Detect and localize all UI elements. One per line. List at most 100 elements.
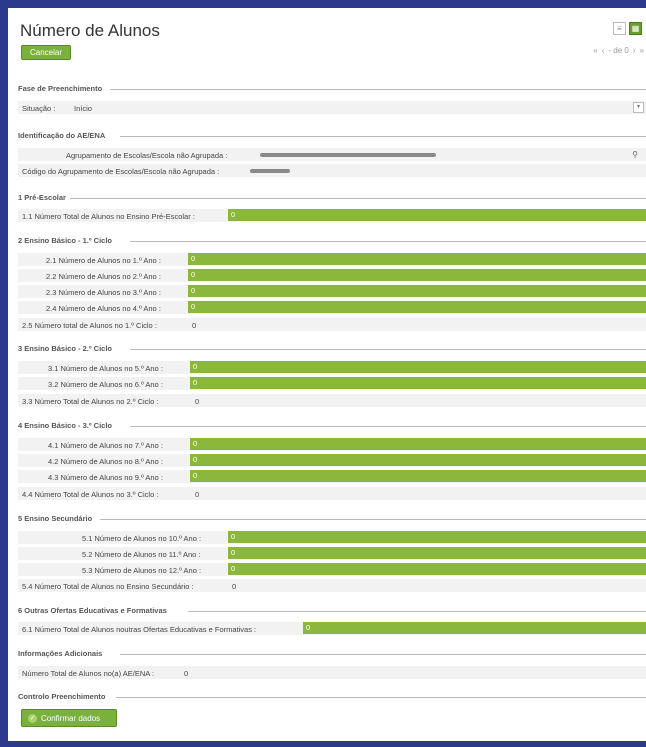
s4-row3: 4.3 Número de Alunos no 9.º Ano : 0 [18,470,646,483]
view-toggle: ≡ ▦ [613,22,642,35]
total-value: 0 [192,321,197,330]
s2-total-row: 2.5 Número total de Alunos no 1.º Ciclo … [18,318,646,331]
last-page-icon[interactable]: » [640,46,644,55]
divider [130,349,646,350]
field-label: 3.1 Número de Alunos no 5.º Ano : [48,364,163,373]
field-input[interactable]: 0 [228,531,646,543]
section-title: Identificação do AE/ENA [18,131,106,140]
field-label: 5.3 Número de Alunos no 12.º Ano : [82,566,202,575]
field-input[interactable]: 0 [228,209,646,221]
first-page-icon[interactable]: « [593,46,597,55]
field-label: 1.1 Número Total de Alunos no Ensino Pré… [22,212,195,221]
field-input[interactable]: 0 [228,547,646,559]
section-ident: Identificação do AE/ENA [18,131,646,140]
field-input[interactable]: 0 [303,622,646,634]
field-input[interactable]: 0 [190,438,646,450]
section-title: 3 Ensino Básico - 2.º Ciclo [18,344,113,353]
field-label: 4.3 Número de Alunos no 9.º Ano : [48,473,163,482]
check-icon: ✓ [28,714,37,724]
section-title: 5 Ensino Secundário [18,514,93,523]
divider [188,611,646,612]
s4-total-row: 4.4 Número Total de Alunos no 3.º Ciclo … [18,487,646,500]
s3-total-row: 3.3 Número Total de Alunos no 2.º Ciclo … [18,394,646,407]
s2-row1: 2.1 Número de Alunos no 1.º Ano : 0 [18,253,646,266]
field-label: 5.2 Número de Alunos no 11.º Ano : [82,550,201,559]
divider [120,136,646,137]
total-label: Número Total de Alunos no(a) AE/ENA : [22,669,155,678]
divider [116,697,646,698]
field-input[interactable]: 0 [190,470,646,482]
divider [100,519,646,520]
cancel-button[interactable]: Cancelar [21,45,72,60]
agrupamento-row: Agrupamento de Escolas/Escola não Agrupa… [18,148,646,161]
total-label: 5.4 Número Total de Alunos no Ensino Sec… [22,582,194,591]
section-1: 1 Pré-Escolar [18,193,646,202]
grid-view-icon[interactable]: ▦ [629,22,642,35]
redacted-value [260,153,436,157]
section-title: Fase de Preenchimento [18,84,103,93]
field-label: 2.1 Número de Alunos no 1.º Ano : [46,256,161,265]
divider [70,198,646,199]
field-label: 4.2 Número de Alunos no 8.º Ano : [48,457,163,466]
total-label: 4.4 Número Total de Alunos no 3.º Ciclo … [22,490,159,499]
situacao-row: Situação : Início ▾ [18,101,646,114]
s5-row1: 5.1 Número de Alunos no 10.º Ano : 0 [18,531,646,544]
situacao-value[interactable]: Início [74,104,92,113]
divider [130,426,646,427]
s1-row1: 1.1 Número Total de Alunos no Ensino Pré… [18,209,646,222]
s5-row3: 5.3 Número de Alunos no 12.º Ano : 0 [18,563,646,576]
redacted-value [250,169,290,173]
s2-row2: 2.2 Número de Alunos no 2.º Ano : 0 [18,269,646,282]
section-info: Informações Adicionais [18,649,646,658]
pager: « ‹ - de 0 › » [593,46,644,55]
s5-row2: 5.2 Número de Alunos no 11.º Ano : 0 [18,547,646,560]
field-input[interactable]: 0 [188,269,646,281]
field-input[interactable]: 0 [188,301,646,313]
section-fase: Fase de Preenchimento [18,84,646,93]
total-label: 3.3 Número Total de Alunos no 2.º Ciclo … [22,397,159,406]
field-input[interactable]: 0 [188,253,646,265]
section-title: 4 Ensino Básico - 3.º Ciclo [18,421,113,430]
field-label: 3.2 Número de Alunos no 6.º Ano : [48,380,163,389]
field-label: 2.3 Número de Alunos no 3.º Ano : [46,288,161,297]
section-5: 5 Ensino Secundário [18,514,646,523]
s4-row2: 4.2 Número de Alunos no 8.º Ano : 0 [18,454,646,467]
agrupamento-label: Agrupamento de Escolas/Escola não Agrupa… [66,151,228,160]
next-page-icon[interactable]: › [633,46,636,55]
total-value: 0 [195,397,200,406]
confirm-label: Confirmar dados [41,714,101,723]
confirm-button[interactable]: ✓ Confirmar dados [21,709,117,727]
codigo-row: Código do Agrupamento de Escolas/Escola … [18,164,646,177]
section-title: Informações Adicionais [18,649,103,658]
prev-page-icon[interactable]: ‹ [602,46,605,55]
field-label: 2.2 Número de Alunos no 2.º Ano : [46,272,161,281]
section-controlo: Controlo Preenchimento [18,692,646,701]
total-value: 0 [232,582,237,591]
section-6: 6 Outras Ofertas Educativas e Formativas [18,606,646,615]
total-label: 2.5 Número total de Alunos no 1.º Ciclo … [22,321,157,330]
field-label: 2.4 Número de Alunos no 4.º Ano : [46,304,161,313]
section-3: 3 Ensino Básico - 2.º Ciclo [18,344,646,353]
field-input[interactable]: 0 [188,285,646,297]
divider [120,654,646,655]
total-value: 0 [184,669,189,678]
s3-row2: 3.2 Número de Alunos no 6.º Ano : 0 [18,377,646,390]
search-icon[interactable]: ⚲ [632,150,638,159]
field-input[interactable]: 0 [228,563,646,575]
list-view-icon[interactable]: ≡ [613,22,626,35]
section-2: 2 Ensino Básico - 1.º Ciclo [18,236,646,245]
page-title: Número de Alunos [20,21,160,40]
pager-text: - de 0 [608,46,629,55]
section-title: 2 Ensino Básico - 1.º Ciclo [18,236,113,245]
section-title: 1 Pré-Escolar [18,193,66,202]
field-input[interactable]: 0 [190,454,646,466]
s2-row3: 2.3 Número de Alunos no 3.º Ano : 0 [18,285,646,298]
field-input[interactable]: 0 [190,377,646,389]
field-input[interactable]: 0 [190,361,646,373]
field-label: 4.1 Número de Alunos no 7.º Ano : [48,441,163,450]
field-label: 6.1 Número Total de Alunos noutras Ofert… [22,625,257,634]
info-total-row: Número Total de Alunos no(a) AE/ENA : 0 [18,666,646,679]
field-label: 5.1 Número de Alunos no 10.º Ano : [82,534,202,543]
chevron-down-icon[interactable]: ▾ [633,102,644,113]
situacao-label: Situação : [22,104,56,113]
